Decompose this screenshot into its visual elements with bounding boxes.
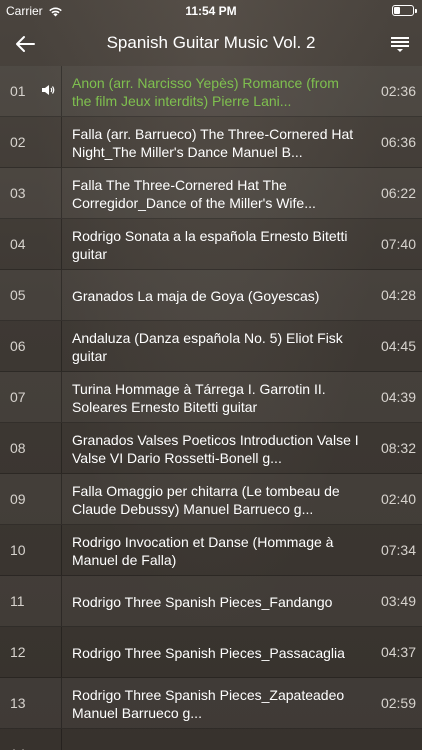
row-divider [61,423,62,473]
menu-button[interactable] [388,32,412,56]
track-number: 06 [10,338,26,354]
track-duration: 07:40 [380,236,416,252]
track-title-text: Falla Omaggio per chitarra (Le tombeau d… [72,483,340,517]
page-title: Spanish Guitar Music Vol. 2 [106,33,316,52]
track-row[interactable]: 06 Andaluza (Danza española No. 5) Eliot … [0,321,422,372]
track-number: 03 [10,185,26,201]
track-title-text: Rodrigo Invocation et Danse (Hommage à M… [72,534,334,568]
track-number: 11 [10,593,25,609]
row-divider [61,525,62,575]
row-divider [61,474,62,524]
track-title-text: Rodrigo Sonata a la española Ernesto Bit… [72,228,348,262]
track-duration: 08:32 [380,440,416,456]
track-duration: 02:36 [380,83,416,99]
wifi-icon [48,7,62,16]
track-duration: 04:28 [380,287,416,303]
row-divider [61,627,62,677]
screen: Carrier 11:54 PM Spanish Guitar Music Vo… [0,0,422,750]
track-number: 05 [10,287,26,303]
track-title-text: Rodrigo Three Spanish Pieces_Passacaglia [72,645,345,661]
track-duration: 03:49 [380,593,416,609]
track-title-text: Anon (arr. Narcisso Yepès) Romance (from… [72,75,339,109]
track-duration: 02:40 [380,491,416,507]
track-row[interactable]: 03 Falla The Three-Cornered Hat The Corre… [0,168,422,219]
track-title-text: Falla The Three-Cornered Hat The Corregi… [72,177,316,211]
track-title: Rodrigo Three Spanish Pieces_Fandango [72,582,362,622]
track-row[interactable]: 11 Rodrigo Three Spanish Pieces_Fandango 0… [0,576,422,627]
track-title: Rodrigo Three Spanish Pieces_Passacaglia [72,633,362,673]
row-divider [61,321,62,371]
arrow-left-icon [16,36,35,52]
list-menu-icon [391,37,409,52]
track-title: Anon (arr. Narcisso Yepès) Romance (from… [72,72,362,112]
track-number: 12 [10,644,26,660]
track-duration: 04:45 [380,338,416,354]
track-title-text: Rodrigo Three Spanish Pieces_Zapateadeo … [72,687,345,721]
track-title-text: Granados Valses Poeticos Introduction Va… [72,432,359,466]
track-list: 01 Anon (arr. Narcisso Yepès) Romance (fr… [0,66,422,750]
battery-icon [392,5,417,16]
track-title: Falla Omaggio per chitarra (Le tombeau d… [72,480,362,520]
track-title: Granados La maja de Goya (Goyescas) [72,276,362,316]
track-number: 02 [10,134,26,150]
track-row[interactable]: 08 Granados Valses Poeticos Introduction … [0,423,422,474]
track-row[interactable]: 10 Rodrigo Invocation et Danse (Hommage à… [0,525,422,576]
track-title-text: Andaluza (Danza española No. 5) Eliot Fi… [72,330,343,364]
track-title-text: Turina Hommage à Tárrega I. Garrotin II.… [72,381,326,415]
row-divider [61,168,62,218]
track-title-text: Rodrigo Three Spanish Pieces_Fandango [72,594,333,610]
track-title-text: Falla (arr. Barrueco) The Three-Cornered… [72,126,354,160]
track-number: 14 [10,746,26,750]
track-number: 01 [10,83,26,99]
speaker-icon [42,85,55,95]
row-divider [61,729,62,750]
track-duration: 07:34 [380,542,416,558]
navigation-bar: Spanish Guitar Music Vol. 2 [0,22,422,66]
track-row[interactable]: 01 Anon (arr. Narcisso Yepès) Romance (fr… [0,66,422,117]
track-title: Rodrigo Sonata a la española Ernesto Bit… [72,225,362,265]
row-divider [61,270,62,320]
track-title: Andaluza (Danza española No. 5) Eliot Fi… [72,327,362,367]
track-number: 09 [10,491,26,507]
row-divider [61,372,62,422]
status-bar: Carrier 11:54 PM [0,0,422,22]
back-button[interactable] [10,30,40,58]
track-duration: 06:22 [380,185,416,201]
track-row[interactable]: 05 Granados La maja de Goya (Goyescas) 04:… [0,270,422,321]
row-divider [61,66,62,116]
track-title: Falla The Three-Cornered Hat The Corregi… [72,174,362,214]
track-number: 08 [10,440,26,456]
clock: 11:54 PM [185,4,237,18]
track-duration: 06:36 [380,134,416,150]
track-title [72,735,362,750]
row-divider [61,576,62,626]
track-row[interactable]: 07 Turina Hommage à Tárrega I. Garrotin I… [0,372,422,423]
track-duration: 04:39 [380,389,416,405]
track-number: 13 [10,695,26,711]
track-title: Rodrigo Three Spanish Pieces_Zapateadeo … [72,684,362,724]
track-row[interactable]: 09 Falla Omaggio per chitarra (Le tombeau… [0,474,422,525]
carrier-label: Carrier [6,4,43,18]
track-title-text: Granados La maja de Goya (Goyescas) [72,288,320,304]
track-title: Granados Valses Poeticos Introduction Va… [72,429,362,469]
track-number: 10 [10,542,26,558]
track-row[interactable]: 02 Falla (arr. Barrueco) The Three-Corner… [0,117,422,168]
track-number: 04 [10,236,26,252]
track-row[interactable]: 04 Rodrigo Sonata a la española Ernesto B… [0,219,422,270]
track-title: Turina Hommage à Tárrega I. Garrotin II.… [72,378,362,418]
track-title: Rodrigo Invocation et Danse (Hommage à M… [72,531,362,571]
track-row[interactable]: 12 Rodrigo Three Spanish Pieces_Passacagl… [0,627,422,678]
track-row[interactable]: 13 Rodrigo Three Spanish Pieces_Zapateade… [0,678,422,729]
row-divider [61,678,62,728]
row-divider [61,117,62,167]
track-number: 07 [10,389,26,405]
track-row[interactable]: 14 [0,729,422,750]
track-duration: 04:37 [380,644,416,660]
carrier-info: Carrier [6,4,63,18]
row-divider [61,219,62,269]
track-duration: 02:59 [380,695,416,711]
track-title: Falla (arr. Barrueco) The Three-Cornered… [72,123,362,163]
